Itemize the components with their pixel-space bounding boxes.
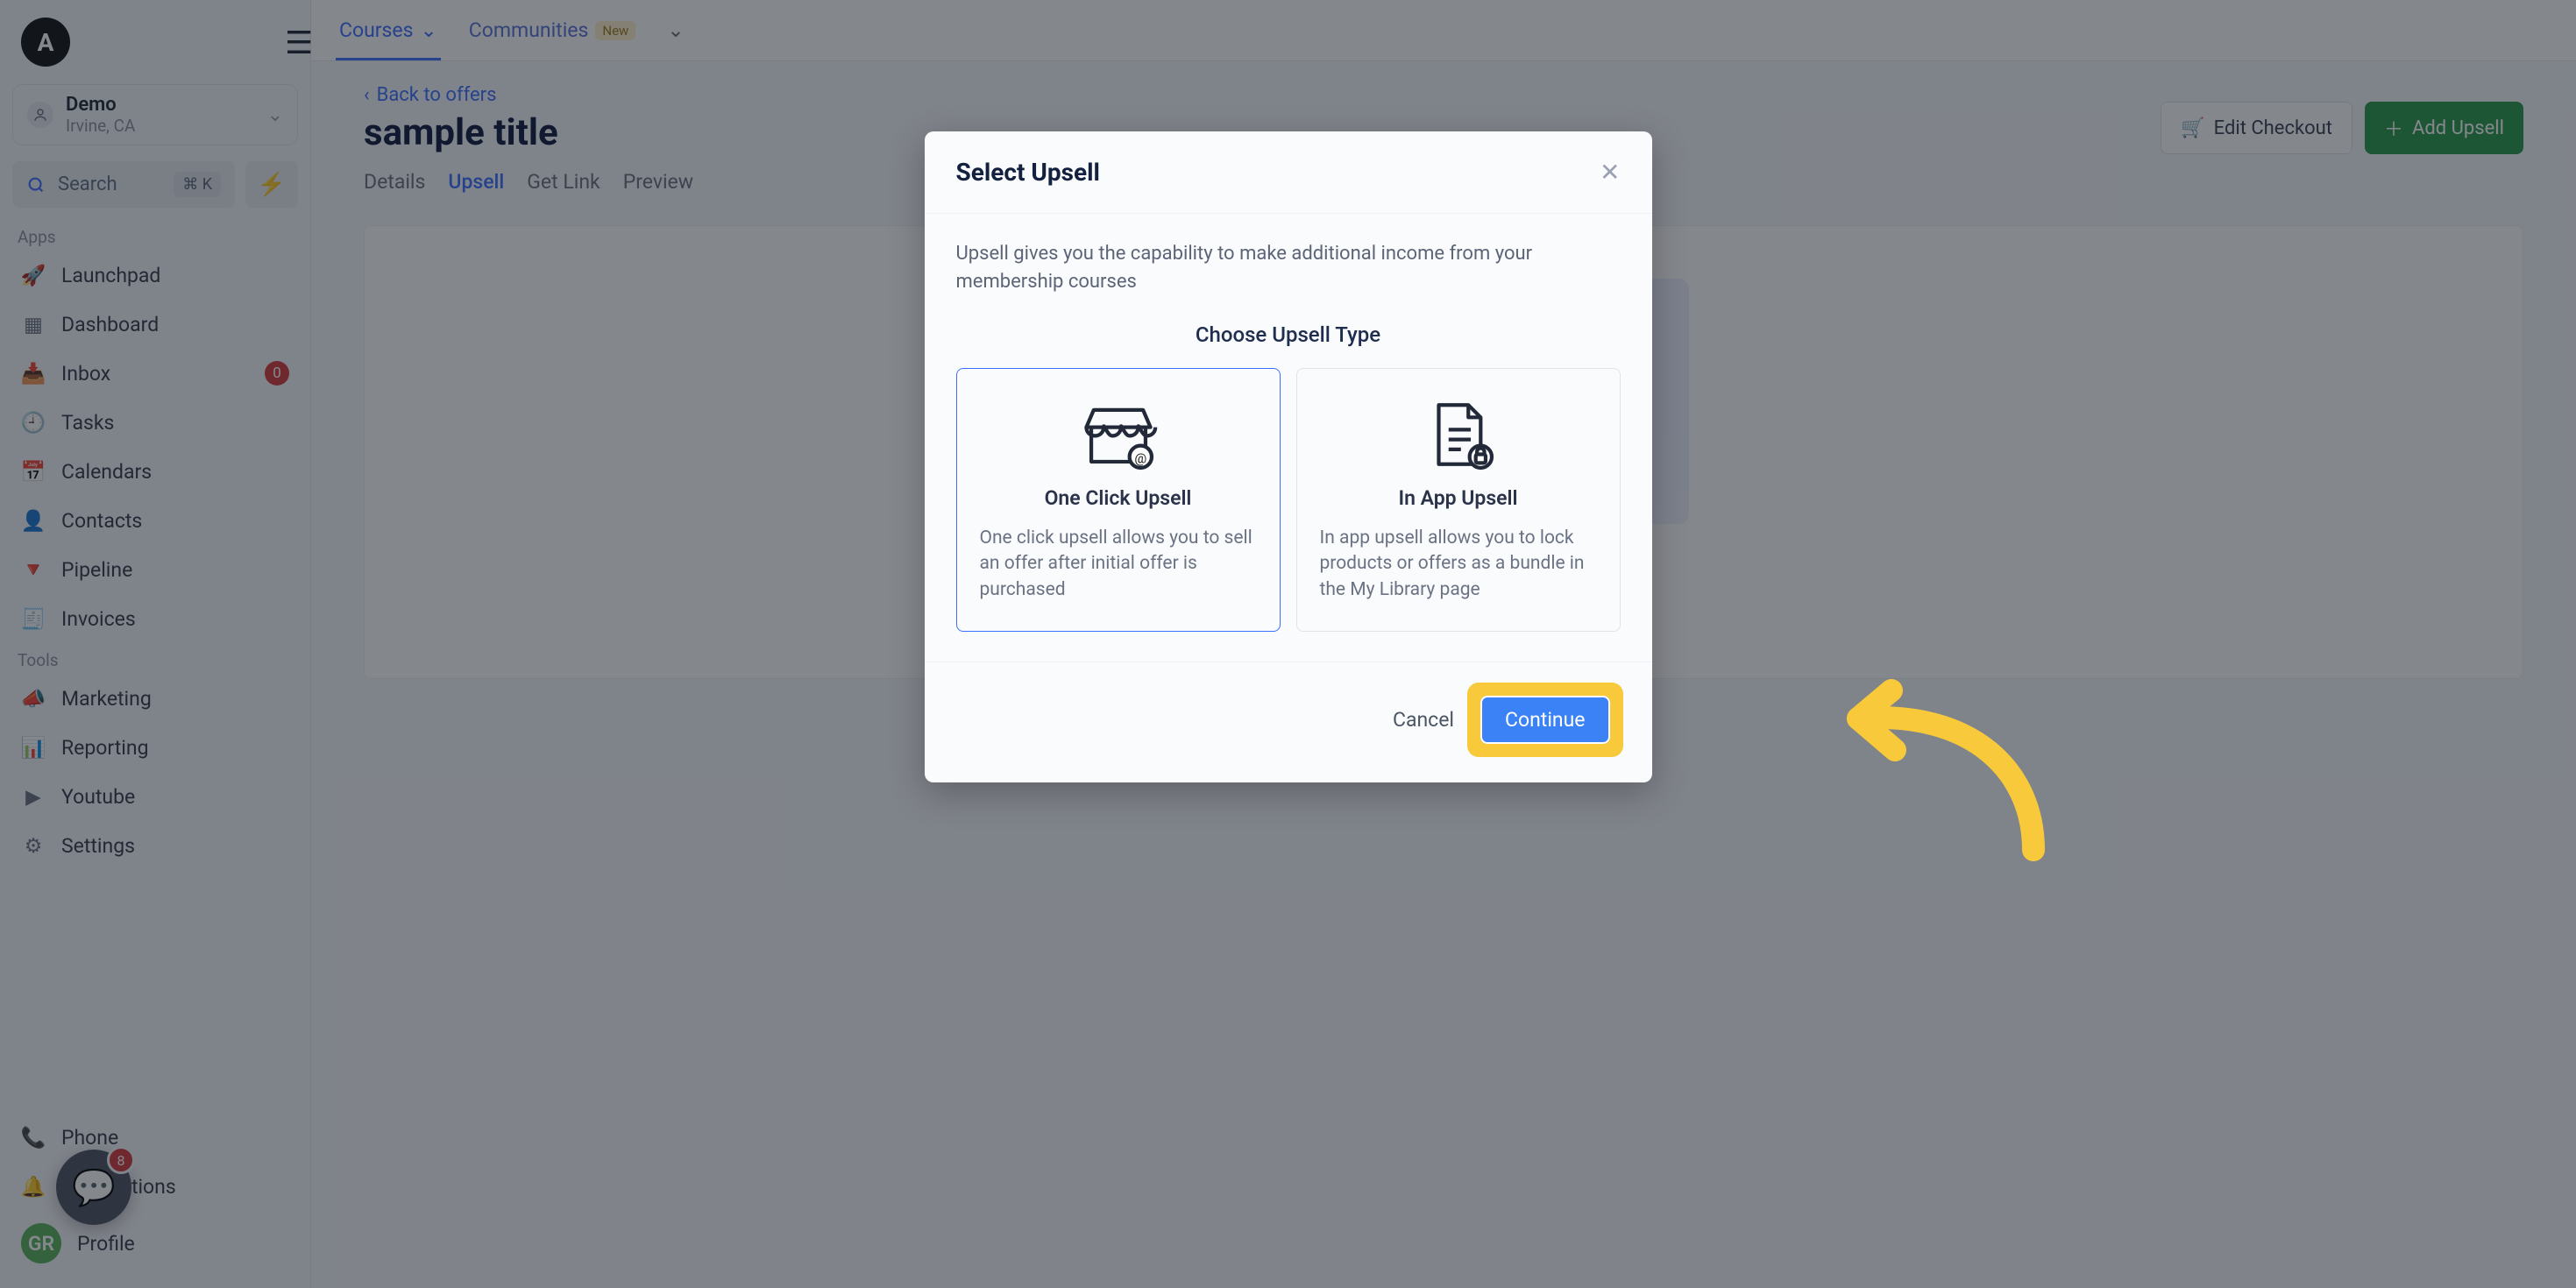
upsell-type-title: One Click Upsell <box>980 486 1257 510</box>
svg-text:@: @ <box>1134 450 1146 466</box>
select-upsell-modal: Select Upsell ✕ Upsell gives you the cap… <box>925 131 1652 782</box>
modal-title: Select Upsell <box>956 158 1100 187</box>
upsell-type-in-app[interactable]: In App Upsell In app upsell allows you t… <box>1296 368 1621 632</box>
upsell-type-one-click[interactable]: @ One Click Upsell One click upsell allo… <box>956 368 1281 632</box>
upsell-type-desc: One click upsell allows you to sell an o… <box>980 526 1257 603</box>
modal-overlay[interactable]: Select Upsell ✕ Upsell gives you the cap… <box>0 0 2576 1288</box>
document-lock-icon <box>1419 395 1498 474</box>
upsell-type-title: In App Upsell <box>1320 486 1597 510</box>
modal-lede: Upsell gives you the capability to make … <box>956 240 1621 296</box>
modal-subhead: Choose Upsell Type <box>956 322 1621 347</box>
close-icon: ✕ <box>1600 158 1620 187</box>
storefront-icon: @ <box>1079 395 1158 474</box>
upsell-type-desc: In app upsell allows you to lock product… <box>1320 526 1597 603</box>
annotation-arrow <box>1823 666 2051 867</box>
continue-button[interactable]: Continue <box>1480 696 1609 744</box>
close-button[interactable]: ✕ <box>1600 158 1620 187</box>
continue-highlight: Continue <box>1470 685 1620 754</box>
cancel-button[interactable]: Cancel <box>1393 708 1454 732</box>
